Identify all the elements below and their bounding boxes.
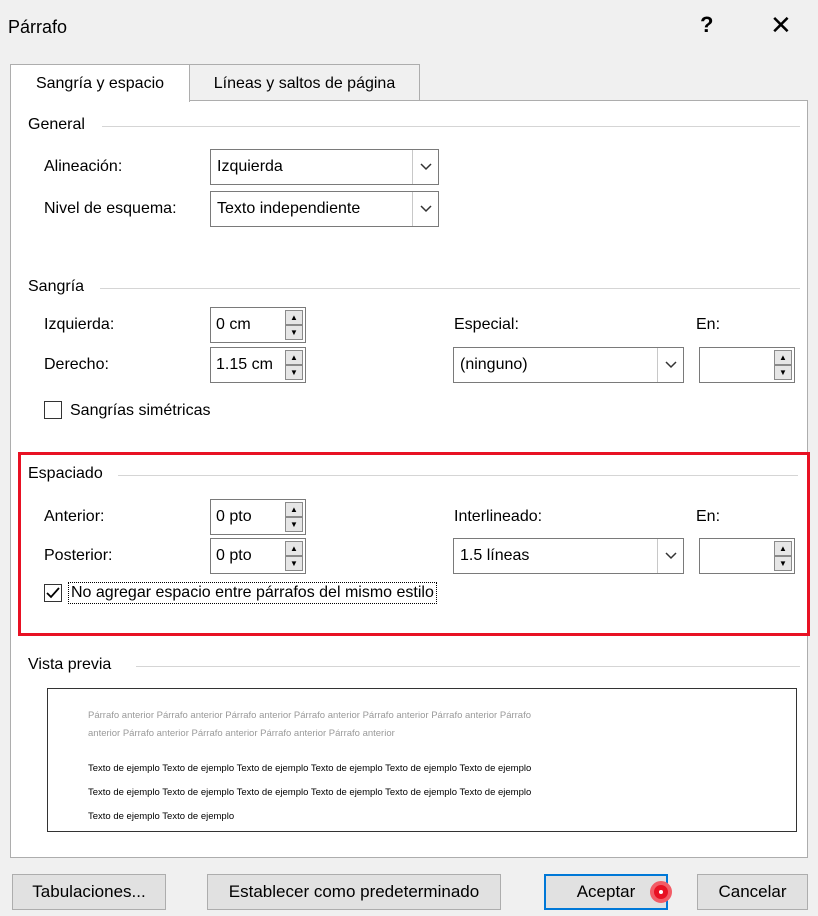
interlineado-value: 1.5 líneas	[460, 547, 530, 564]
spin-up-icon[interactable]: ▲	[285, 350, 303, 365]
anterior-label: Anterior:	[44, 508, 105, 525]
posterior-label: Posterior:	[44, 547, 113, 564]
espaciado-en-spinner[interactable]: ▲ ▼	[699, 538, 795, 574]
nivel-esquema-select[interactable]: Texto independiente	[210, 191, 439, 227]
chevron-down-icon[interactable]	[657, 348, 683, 382]
preview-sample-line-3: Texto de ejemplo Texto de ejemplo	[88, 811, 235, 822]
sangria-en-spinner[interactable]: ▲ ▼	[699, 347, 795, 383]
alineacion-value: Izquierda	[217, 158, 283, 175]
preview-prev-line-2: anterior Párrafo anterior Párrafo anteri…	[88, 728, 395, 739]
especial-label: Especial:	[454, 316, 519, 333]
espaciado-en-label: En:	[696, 508, 721, 525]
help-button[interactable]: ?	[700, 12, 713, 38]
especial-select[interactable]: (ninguno)	[453, 347, 684, 383]
spin-up-icon[interactable]: ▲	[285, 541, 303, 556]
spin-up-icon[interactable]: ▲	[774, 541, 792, 556]
close-button[interactable]: ✕	[770, 10, 792, 41]
highlight-box	[18, 452, 810, 636]
spin-down-icon[interactable]: ▼	[285, 517, 303, 532]
tab-lineas-saltos[interactable]: Líneas y saltos de página	[189, 64, 420, 100]
izquierda-value: 0 cm	[216, 316, 251, 333]
spin-up-icon[interactable]: ▲	[285, 310, 303, 325]
spin-down-icon[interactable]: ▼	[285, 556, 303, 571]
click-indicator-icon	[650, 881, 672, 903]
section-general-heading: General	[28, 116, 85, 133]
alineacion-label: Alineación:	[44, 158, 123, 175]
no-agregar-espacio-label: No agregar espacio entre párrafos del mi…	[68, 582, 437, 604]
posterior-spinner[interactable]: 0 pto ▲ ▼	[210, 538, 306, 574]
cancelar-button[interactable]: Cancelar	[697, 874, 808, 910]
spin-up-icon[interactable]: ▲	[285, 502, 303, 517]
tab-sangria-espacio[interactable]: Sangría y espacio	[10, 64, 190, 102]
izquierda-spinner[interactable]: 0 cm ▲ ▼	[210, 307, 306, 343]
alineacion-select[interactable]: Izquierda	[210, 149, 439, 185]
spin-down-icon[interactable]: ▼	[285, 365, 303, 380]
dialog-title: Párrafo	[8, 17, 68, 37]
checkmark-icon	[46, 587, 60, 599]
spin-down-icon[interactable]: ▼	[774, 365, 792, 380]
sangrias-simetricas-checkbox[interactable]	[44, 401, 62, 419]
anterior-value: 0 pto	[216, 508, 252, 525]
derecho-label: Derecho:	[44, 356, 109, 373]
sangrias-simetricas-label: Sangrías simétricas	[70, 402, 211, 419]
section-vista-previa-heading: Vista previa	[28, 656, 112, 673]
title-bar	[0, 0, 818, 58]
izquierda-label: Izquierda:	[44, 316, 115, 333]
chevron-down-icon[interactable]	[412, 150, 438, 184]
derecho-spinner[interactable]: 1.15 cm ▲ ▼	[210, 347, 306, 383]
preview-prev-line-1: Párrafo anterior Párrafo anterior Párraf…	[88, 710, 532, 721]
divider	[102, 126, 800, 127]
no-agregar-espacio-checkbox[interactable]	[44, 584, 62, 602]
interlineado-label: Interlineado:	[454, 508, 543, 525]
spin-up-icon[interactable]: ▲	[774, 350, 792, 365]
especial-value: (ninguno)	[460, 356, 528, 373]
anterior-spinner[interactable]: 0 pto ▲ ▼	[210, 499, 306, 535]
posterior-value: 0 pto	[216, 547, 252, 564]
sangria-en-label: En:	[696, 316, 721, 333]
preview-sample-line-2: Texto de ejemplo Texto de ejemplo Texto …	[88, 787, 532, 798]
tabulaciones-button[interactable]: Tabulaciones...	[12, 874, 166, 910]
divider	[118, 475, 798, 476]
establecer-predeterminado-button[interactable]: Establecer como predeterminado	[207, 874, 501, 910]
chevron-down-icon[interactable]	[657, 539, 683, 573]
interlineado-select[interactable]: 1.5 líneas	[453, 538, 684, 574]
derecho-value: 1.15 cm	[216, 356, 273, 373]
nivel-esquema-label: Nivel de esquema:	[44, 200, 177, 217]
chevron-down-icon[interactable]	[412, 192, 438, 226]
divider	[100, 288, 800, 289]
section-espaciado-heading: Espaciado	[28, 465, 103, 482]
section-sangria-heading: Sangría	[28, 278, 85, 295]
divider	[136, 666, 800, 667]
nivel-esquema-value: Texto independiente	[217, 200, 361, 217]
preview-sample-line-1: Texto de ejemplo Texto de ejemplo Texto …	[88, 763, 532, 774]
spin-down-icon[interactable]: ▼	[285, 325, 303, 340]
spin-down-icon[interactable]: ▼	[774, 556, 792, 571]
